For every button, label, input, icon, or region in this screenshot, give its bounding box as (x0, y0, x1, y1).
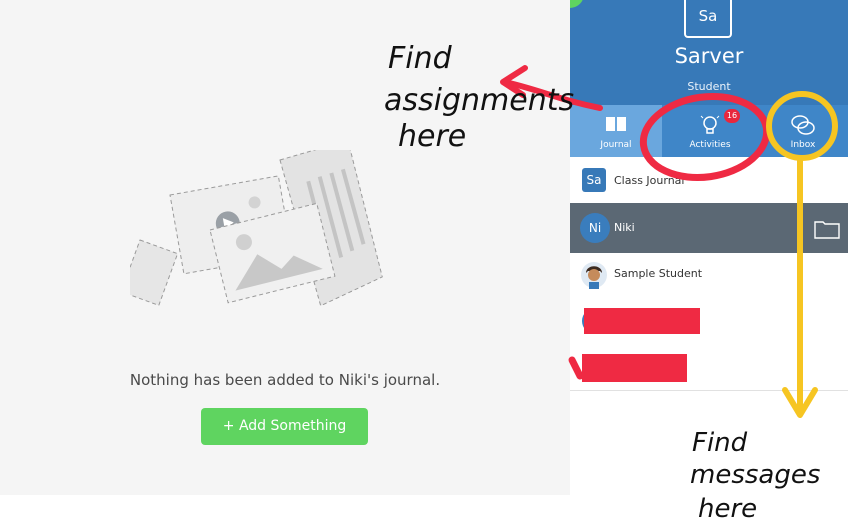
book-icon (606, 117, 626, 131)
profile-role: Student (687, 80, 731, 93)
niki-avatar: Ni (580, 213, 610, 243)
small-card-illustration (130, 239, 179, 307)
tab-inbox[interactable]: Inbox (758, 105, 848, 157)
class-journal-label: Class Journal (614, 174, 685, 187)
list-item-redacted-2[interactable] (570, 344, 848, 391)
tab-journal-label: Journal (600, 140, 632, 150)
tab-activities[interactable]: 16 Activities (662, 105, 758, 157)
list-item-niki[interactable]: Ni Niki (570, 203, 848, 254)
chat-bubbles-icon (791, 115, 815, 135)
tab-inbox-label: Inbox (790, 140, 816, 150)
niki-label: Niki (614, 221, 635, 234)
annotation-find-1: Find (388, 41, 452, 76)
annotation-here-2: here (698, 494, 758, 524)
student-avatar-icon (581, 262, 607, 289)
profile-avatar: Sa (684, 0, 732, 38)
profile-name: Sarver (674, 44, 744, 68)
redaction-mark-1 (584, 308, 700, 334)
journal-main-area: Nothing has been added to Niki's journal… (0, 0, 570, 495)
sample-student-label: Sample Student (614, 267, 703, 280)
redaction-mark-2 (582, 354, 687, 382)
sidebar-tabs: Journal 16 Activities Inbox (570, 105, 848, 157)
annotation-find-2: Find (692, 428, 748, 458)
tab-activities-label: Activities (689, 140, 731, 150)
list-item-redacted-1[interactable] (570, 298, 848, 345)
tab-journal[interactable]: Journal (570, 105, 662, 157)
class-journal-avatar: Sa (582, 168, 606, 192)
annotation-assignments: assignments (384, 83, 575, 118)
list-item-class-journal[interactable]: Sa Class Journal (570, 157, 848, 204)
activities-badge: 16 (724, 109, 740, 123)
lightbulb-icon (700, 115, 720, 134)
annotation-messages: messages (690, 460, 821, 490)
status-dot (570, 0, 584, 8)
annotation-here-1: here (398, 119, 467, 154)
empty-journal-illustration (130, 150, 383, 307)
list-item-sample-student[interactable]: Sample Student (570, 253, 848, 299)
empty-journal-message: Nothing has been added to Niki's journal… (129, 371, 441, 389)
profile-header: Sa Sarver Student (570, 0, 848, 105)
folder-icon[interactable] (814, 219, 840, 239)
add-something-button[interactable]: + Add Something (201, 408, 368, 445)
